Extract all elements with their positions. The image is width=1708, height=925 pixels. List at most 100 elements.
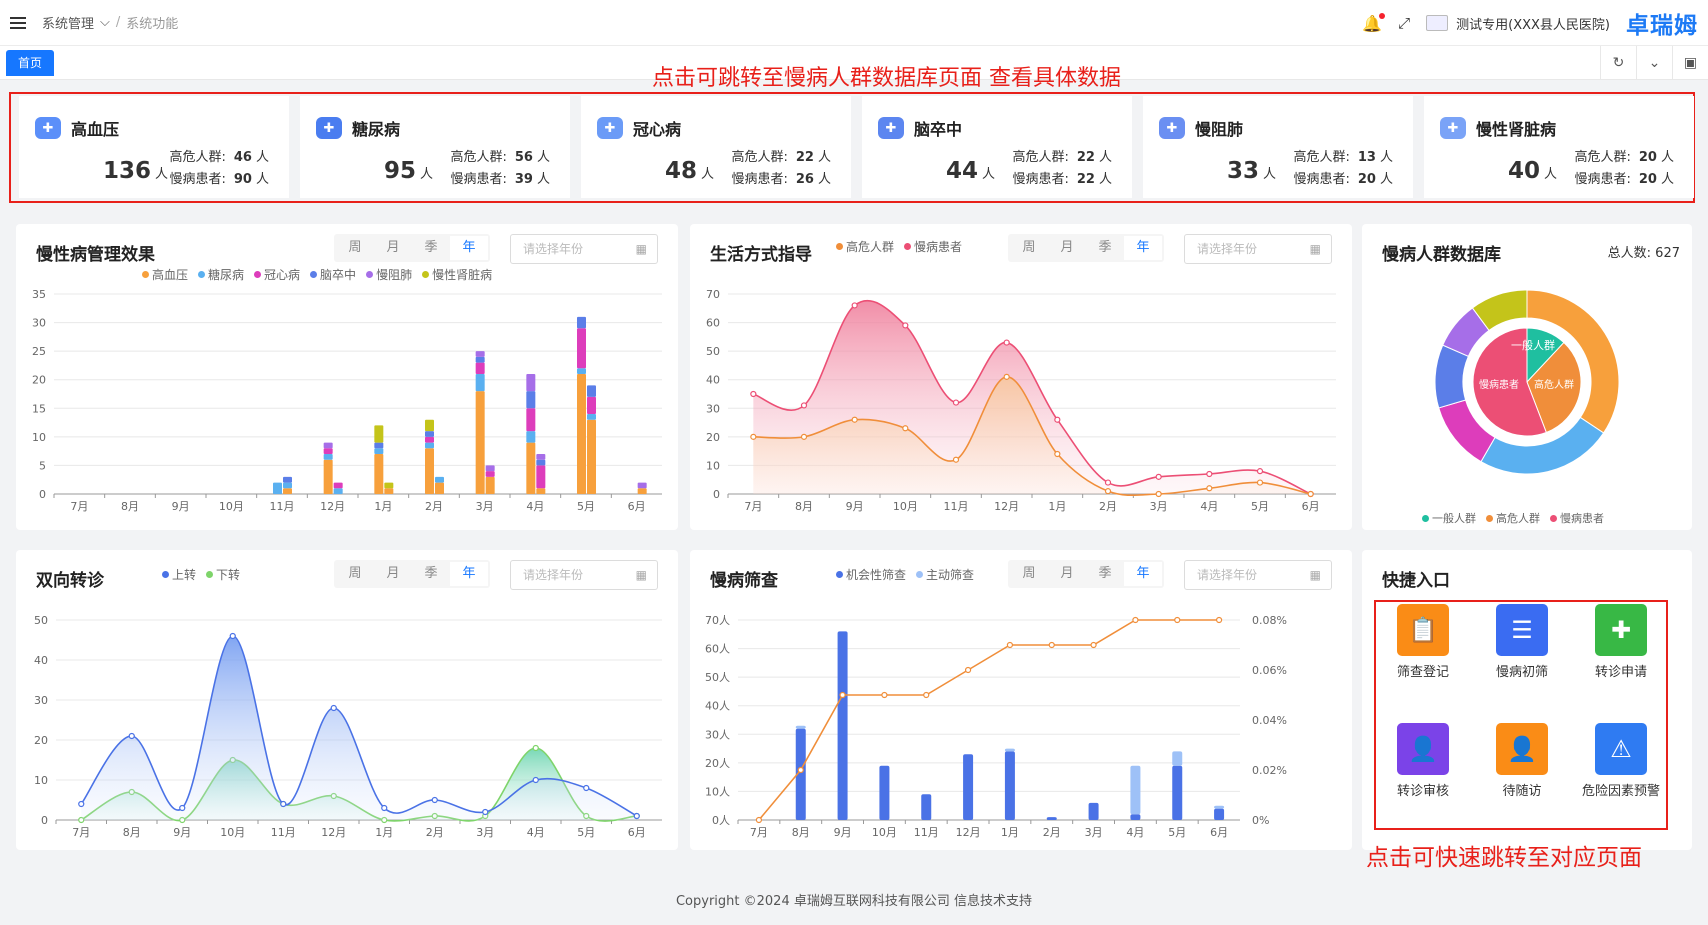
refresh-icon[interactable]: ↻: [1600, 46, 1636, 80]
legend-item[interactable]: 一般人群: [1422, 510, 1476, 526]
menu-toggle-icon[interactable]: [10, 16, 26, 29]
x-tick-label: 6月: [628, 500, 646, 513]
stat-card-total: 136 人: [103, 158, 168, 184]
data-point: [330, 704, 337, 712]
bar: [1046, 817, 1057, 820]
legend-dot: [1422, 514, 1429, 522]
panel-mgmt-effect: 慢性病管理效果 周 月 季 年 请选择年份 ▦ 高血压 糖尿病 冠心病 脑卒中 慢阻肺 慢性…: [16, 224, 678, 530]
quick-entry-item[interactable]: 👤 转诊审核: [1378, 723, 1468, 799]
breadcrumb-system-admin[interactable]: 系统管理: [42, 13, 94, 32]
stat-high-risk-label: 高危人群:: [169, 150, 226, 165]
bar: [1130, 765, 1141, 815]
stat-card[interactable]: ✚ 糖尿病 95 人高危人群: 56 人慢病患者: 39 人: [300, 96, 570, 198]
x-tick-label: 2月: [1043, 826, 1061, 839]
stat-patients-value: 90: [233, 172, 252, 187]
x-tick-label: 8月: [121, 500, 139, 513]
bar-segment: [526, 431, 536, 443]
tab-home[interactable]: 首页: [6, 50, 55, 76]
heart-vessel-icon: ✚: [597, 117, 623, 139]
bell-icon[interactable]: 🔔: [1362, 12, 1386, 33]
x-tick-label: 6月: [1302, 500, 1320, 513]
y-tick-label: 50人: [705, 671, 730, 684]
stat-unit: 人: [255, 172, 269, 187]
stat-high-risk: 高危人群: 46 人: [170, 146, 270, 165]
stat-card[interactable]: ✚ 脑卒中 44 人高危人群: 22 人慢病患者: 22 人: [862, 96, 1132, 198]
top-bar: 系统管理 ⌵ / 系统功能 🔔 ⤢ 测试专用(XXX县人民医院) 卓瑞姆: [0, 0, 1708, 46]
y-tick-label: 40: [706, 374, 720, 387]
data-point: [851, 416, 858, 423]
stat-card-total: 33 人: [1227, 158, 1276, 184]
chevron-down-icon[interactable]: ⌄: [1636, 46, 1672, 80]
fullscreen-icon[interactable]: ⤢: [1398, 14, 1410, 32]
legend-label: 高危人群: [1496, 512, 1540, 525]
data-point: [1307, 490, 1314, 498]
mgmt-effect-chart: 0 5 10 15 20 25 30 35 7月 8月 9月 10月 11月 12月 1月 2月 3月 4月 5月 6…: [32, 288, 662, 513]
ratio-point: [1174, 616, 1181, 624]
stat-card-header: ✚ 脑卒中: [878, 116, 962, 140]
y-tick-label: 40人: [705, 700, 730, 713]
stat-high-risk: 高危人群: 20 人: [1575, 146, 1675, 165]
stat-total-value: 136: [103, 158, 152, 184]
y2-tick-label: 0%: [1252, 814, 1269, 827]
bar-segment: [577, 316, 586, 329]
stat-patients: 慢病患者: 26 人: [732, 168, 832, 187]
bar-segment: [333, 488, 343, 494]
stat-card[interactable]: ✚ 慢阻肺 33 人高危人群: 13 人慢病患者: 20 人: [1143, 96, 1413, 198]
brand-logo: 卓瑞姆: [1626, 13, 1698, 39]
x-tick-label: 7月: [70, 500, 88, 513]
quick-entry-item[interactable]: 📋 筛查登记: [1378, 604, 1468, 680]
stat-card-total: 44 人: [946, 158, 995, 184]
data-point: [78, 800, 85, 808]
stat-card-title: 冠心病: [633, 120, 682, 139]
lifestyle-chart: 0 10 20 30 40 50 60 70 7月 8月 9月 10月 11月 12月 1月 2月 3月 4月 5月…: [706, 288, 1336, 513]
x-tick-label: 3月: [1085, 826, 1103, 839]
data-point: [851, 302, 858, 309]
bar-segment: [425, 431, 434, 437]
legend-item[interactable]: 高危人群: [1486, 510, 1540, 526]
stat-high-risk: 高危人群: 22 人: [732, 146, 832, 165]
stat-patients-label: 慢病患者:: [1574, 172, 1631, 187]
x-tick-label: 2月: [1099, 500, 1117, 513]
quick-entry-item[interactable]: ☰ 慢病初筛: [1477, 604, 1567, 680]
bar: [1088, 802, 1099, 820]
stat-card-title: 慢阻肺: [1195, 120, 1244, 139]
ratio-point: [1090, 641, 1097, 649]
stat-card[interactable]: ✚ 冠心病 48 人高危人群: 22 人慢病患者: 26 人: [581, 96, 851, 198]
bar-segment: [435, 482, 444, 494]
chevron-down-icon[interactable]: ⌵: [100, 15, 110, 30]
stat-card-total: 40 人: [1508, 158, 1557, 184]
bar-segment: [587, 385, 596, 397]
ratio-point: [964, 666, 972, 674]
stat-card-total: 95 人: [384, 158, 433, 184]
stat-card-title: 脑卒中: [914, 120, 963, 139]
x-tick-label: 9月: [172, 500, 190, 513]
quick-entry-item[interactable]: ✚ 转诊申请: [1576, 604, 1666, 680]
quick-entry-item[interactable]: 👤 待随访: [1477, 723, 1567, 799]
stat-unit: 人: [1263, 167, 1277, 182]
maximize-icon[interactable]: ▣: [1672, 46, 1708, 80]
hospital-account[interactable]: 测试专用(XXX县人民医院): [1426, 14, 1610, 33]
tab-actions: ↻ ⌄ ▣: [1600, 46, 1708, 80]
y-tick-label: 30: [706, 402, 720, 415]
panel-database[interactable]: 慢病人群数据库 总人数: 627 一般人群 慢病患者 高危人群 一般人群 高危人群 慢病…: [1362, 224, 1692, 530]
y-tick-label: 15: [32, 402, 46, 415]
data-point: [952, 456, 960, 463]
bar-segment: [536, 465, 546, 489]
stat-unit: 人: [1660, 172, 1674, 187]
ratio-point: [1006, 641, 1014, 649]
quick-entry-item[interactable]: ⚠ 危险因素预警: [1576, 723, 1666, 799]
stat-patients: 慢病患者: 39 人: [451, 168, 551, 187]
stat-unit: 人: [1660, 150, 1674, 165]
bar-segment: [536, 454, 546, 460]
ratio-point: [923, 691, 930, 699]
y-tick-label: 10人: [705, 785, 730, 798]
stat-card[interactable]: ✚ 慢性肾脏病 40 人高危人群: 20 人慢病患者: 20 人: [1424, 96, 1694, 198]
stat-patients: 慢病患者: 20 人: [1575, 168, 1675, 187]
stat-unit: 人: [1379, 150, 1393, 165]
y-tick-label: 0: [39, 488, 46, 501]
stat-card[interactable]: ✚ 高血压 136 人高危人群: 46 人慢病患者: 90 人: [19, 96, 289, 198]
legend-item[interactable]: 慢病患者: [1550, 510, 1604, 526]
bar: [1172, 765, 1183, 820]
y-tick-label: 20: [32, 374, 46, 387]
stat-high-risk-value: 22: [795, 150, 814, 165]
